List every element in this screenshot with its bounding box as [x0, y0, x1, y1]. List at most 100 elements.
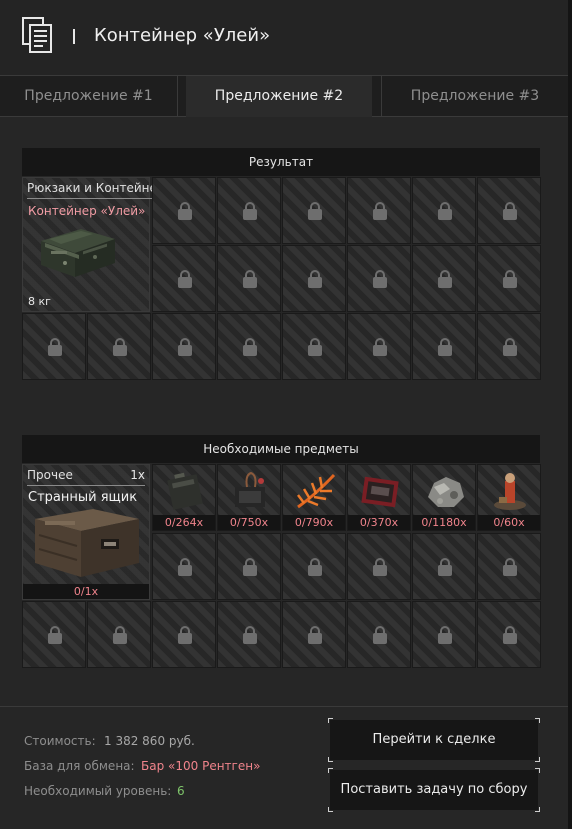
locked-slot	[22, 601, 86, 668]
lock-icon	[373, 202, 387, 220]
base-value: Бар «100 Рентген»	[141, 759, 261, 773]
set-collection-task-button[interactable]: Поставить задачу по сбору	[328, 768, 540, 812]
tab-offer-1[interactable]: Предложение #1	[0, 76, 177, 117]
required-item-quantity: 0/370x	[348, 515, 410, 530]
ore-chunk-icon	[428, 477, 464, 507]
lock-icon	[243, 270, 257, 288]
lock-icon	[373, 270, 387, 288]
go-to-deal-label: Перейти к сделке	[372, 732, 496, 747]
go-to-deal-button[interactable]: Перейти к сделке	[328, 718, 540, 762]
lock-icon	[113, 626, 127, 644]
lock-icon	[308, 270, 322, 288]
window-title: Контейнер «Улей»	[94, 25, 271, 46]
set-task-label: Поставить задачу по сбору	[340, 782, 528, 797]
corner-mark	[535, 718, 540, 723]
lock-icon	[438, 338, 452, 356]
required-item-slot[interactable]: 0/750x	[217, 464, 281, 531]
lock-icon	[308, 558, 322, 576]
fern-plant-icon	[297, 473, 336, 509]
required-main-name: Странный ящик	[28, 490, 138, 505]
locked-slot	[87, 313, 151, 380]
corner-mark	[535, 768, 540, 773]
required-main-count: 1x	[130, 468, 145, 482]
required-item-slot[interactable]: 0/264x	[152, 464, 216, 531]
category-underline	[27, 485, 145, 486]
required-item-quantity: 0/790x	[283, 515, 345, 530]
lock-icon	[438, 626, 452, 644]
locked-slot	[347, 177, 411, 244]
required-item-slot[interactable]: 0/60x	[477, 464, 541, 531]
lock-icon	[178, 202, 192, 220]
offer-tabs: Предложение #1 Предложение #2 Предложени…	[0, 75, 568, 117]
lock-icon	[243, 202, 257, 220]
locked-slot	[282, 177, 346, 244]
figure-icon	[494, 473, 526, 510]
lock-icon	[373, 558, 387, 576]
required-item-quantity: 0/1180x	[413, 515, 475, 530]
lock-icon	[308, 202, 322, 220]
locked-slot	[152, 245, 216, 312]
locked-slot	[87, 601, 151, 668]
locked-slot	[412, 533, 476, 600]
lock-icon	[503, 270, 517, 288]
tab-offer-3[interactable]: Предложение #3	[382, 76, 568, 117]
device-icon	[235, 471, 265, 507]
window-header: Контейнер «Улей»	[0, 0, 568, 75]
corner-mark	[535, 757, 540, 762]
result-weight: 8 кг	[28, 295, 51, 308]
wooden-box-icon	[35, 509, 139, 577]
required-item-slot[interactable]: 0/1180x	[412, 464, 476, 531]
locked-slot	[152, 177, 216, 244]
cost-label: Стоимость:	[24, 734, 96, 748]
locked-slot	[217, 177, 281, 244]
lock-icon	[178, 558, 192, 576]
required-item-quantity: 0/750x	[218, 515, 280, 530]
lock-icon	[308, 338, 322, 356]
locked-slot	[282, 245, 346, 312]
tab-offer-2[interactable]: Предложение #2	[186, 76, 372, 117]
locked-slot	[152, 533, 216, 600]
locked-slot	[282, 313, 346, 380]
required-item-slot[interactable]: 0/370x	[347, 464, 411, 531]
cost-value: 1 382 860 руб.	[104, 734, 195, 748]
required-item-slot[interactable]: 0/790x	[282, 464, 346, 531]
lock-icon	[243, 338, 257, 356]
result-item-name: Контейнер «Улей»	[28, 204, 146, 218]
document-icon	[22, 17, 52, 53]
locked-slot	[217, 533, 281, 600]
lock-icon	[503, 626, 517, 644]
locked-slot	[282, 601, 346, 668]
result-item-card[interactable]: Рюкзаки и Контейнеры Контейнер «Улей» 8 …	[22, 177, 177, 312]
lock-icon	[503, 338, 517, 356]
corner-mark	[328, 768, 333, 773]
required-main-item-card[interactable]: Прочее 1x Странный ящик 0/1x	[22, 464, 150, 600]
locked-slot	[477, 313, 541, 380]
locked-slot	[347, 313, 411, 380]
level-value: 6	[177, 784, 185, 798]
container-crate-icon	[41, 229, 115, 277]
locked-slot	[152, 601, 216, 668]
corner-mark	[328, 757, 333, 762]
window-edge	[568, 0, 572, 829]
required-section-header: Необходимые предметы	[22, 435, 540, 463]
locked-slot	[22, 313, 86, 380]
locked-slot	[477, 533, 541, 600]
lock-icon	[113, 338, 127, 356]
locked-slot	[477, 177, 541, 244]
base-label: База для обмена:	[24, 759, 135, 773]
locked-slot	[152, 313, 216, 380]
required-main-quantity: 0/1x	[23, 584, 149, 599]
locked-slot	[217, 313, 281, 380]
lock-icon	[178, 270, 192, 288]
red-case-icon	[361, 476, 399, 508]
locked-slot	[412, 245, 476, 312]
locked-slot	[412, 177, 476, 244]
required-category-label: Прочее	[27, 468, 73, 482]
lock-icon	[373, 338, 387, 356]
locked-slot	[347, 245, 411, 312]
result-section-header: Результат	[22, 148, 540, 176]
required-item-quantity: 0/264x	[153, 515, 215, 530]
locked-slot	[412, 313, 476, 380]
level-label: Необходимый уровень:	[24, 784, 172, 798]
lock-icon	[48, 626, 62, 644]
